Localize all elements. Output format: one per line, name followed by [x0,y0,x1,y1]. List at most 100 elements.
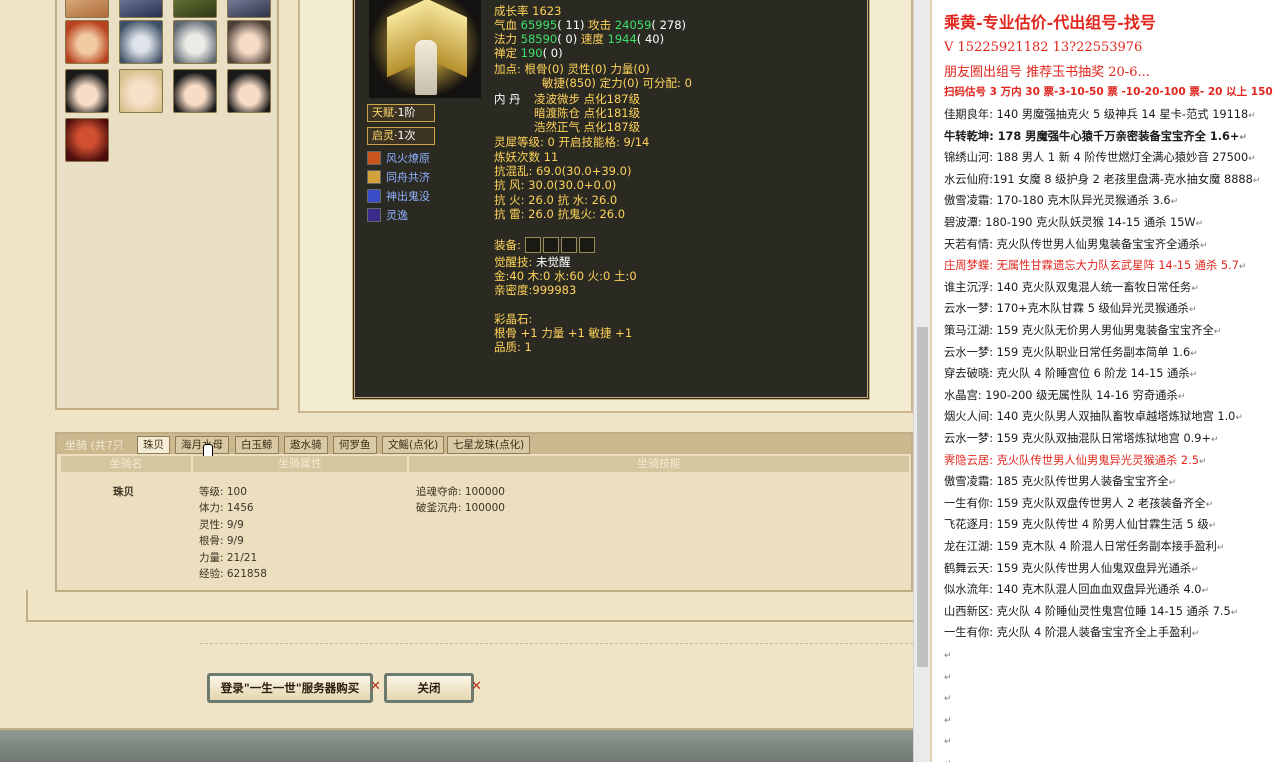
pet-res-1: 抗混乱: 69.0(30.0+39.0) [494,164,632,178]
buy-button[interactable]: 登录"一生一世"服务器购买 [207,673,373,703]
pet-points: 加点: 根骨(0) 灵性(0) 力量(0) [494,62,650,76]
doc-price: 扫码估号 3 万内 30 票-3-10-50 票 -10-20-100 票- 2… [944,86,1273,98]
paragraph-mark-icon: ↵ [1238,262,1247,273]
paragraph-mark-icon: ↵ [1188,305,1197,316]
tab-mount-3[interactable]: 白玉鲸 [235,436,279,454]
doc-listing-line: 山西新区: 克火队 4 阶睡仙灵性鬼宫位睡 14-15 通杀 7.5↵ [944,604,1239,618]
mount-attr: 力量: 21/21 [199,552,258,564]
avatar[interactable] [119,20,163,64]
close-x-icon: ✕ [370,679,381,694]
mount-attr: 等级: 100 [199,486,247,498]
paragraph-mark-icon: ↵ [1177,391,1186,402]
avatar[interactable] [65,118,109,162]
doc-listing-line: 策马江湖: 159 克火队无价男人男仙男鬼装备宝宝齐全↵ [944,324,1222,337]
mount-panel: 坐骑 (共7只 珠贝 海月水母 白玉鲸 遨水骑 何罗鱼 文鳐(点化) 七星龙珠(… [55,432,913,592]
paragraph-mark-icon: ↵ [944,737,952,748]
doc-listing-line: 佳期良年: 140 男魔强抽克火 5 级神兵 14 星卡-范式 19118↵ [944,108,1256,121]
pet-elements: 金:40 木:0 水:60 火:0 土:0 [494,269,637,283]
mount-attr: 根骨: 9/9 [199,535,244,547]
skill-item[interactable]: 风火燎原 [367,151,430,167]
doc-listing-line: 庄周梦蝶: 无属性甘霖遗忘大力队玄武星阵 14-15 通杀 5.7↵ [944,259,1247,273]
pet-hp-atk: 气血 65995( 11) 攻击 24059( 278) [494,18,687,32]
fire-skill-icon [367,151,381,165]
pet-refine: 炼妖次数 11 [494,150,559,164]
equip-slot-icon[interactable] [578,237,595,253]
avatar[interactable] [227,20,271,64]
avatar[interactable] [65,69,109,113]
pet-stone-1: 根骨 +1 力量 +1 敏捷 +1 [494,326,633,340]
avatar[interactable] [119,0,163,18]
pet-portrait [369,0,481,98]
doc-friends: 朋友圈出组号 推荐玉书抽奖 20-6... [944,65,1150,80]
tab-mount-5[interactable]: 何罗鱼 [333,436,377,454]
avatar[interactable] [173,69,217,113]
doc-listing-line: 穿去破晓: 克火队 4 阶睡宫位 6 阶龙 14-15 通杀↵ [944,367,1198,381]
avatar[interactable] [227,69,271,113]
tab-mount-1[interactable]: 珠贝 [137,436,170,454]
doc-listing-line: 云水一梦: 170+克木队甘霖 5 级仙异光灵猴通杀↵ [944,302,1197,316]
window-frame [26,590,913,622]
avatar[interactable] [173,20,217,64]
paragraph-mark-icon: ↵ [1195,219,1204,229]
qiling-badge[interactable]: 启灵·1次 [367,127,435,145]
paragraph-mark-icon: ↵ [1201,586,1209,597]
mount-attr: 体力: 1456 [199,502,254,514]
pet-dan-2: 暗渡陈仓 点化181级 [534,106,641,120]
pet-dan-label: 内 丹 [494,92,521,106]
pet-lingxi: 灵犀等级: 0 开启技能格: 9/14 [494,135,650,149]
paragraph-mark-icon: ↵ [944,715,952,726]
equip-slot-icon[interactable] [524,237,541,253]
character-panel [55,0,279,410]
vertical-scrollbar[interactable] [913,0,930,762]
skill-item[interactable]: 灵逸 [367,208,408,224]
equip-slot-icon[interactable] [542,237,559,253]
avatar[interactable] [65,0,109,18]
mount-name: 珠贝 [113,486,134,498]
pet-res-4: 抗 雷: 26.0 抗鬼火: 26.0 [494,207,626,221]
pet-figure-icon [415,40,437,95]
paragraph-mark-icon: ↵ [1191,564,1199,575]
close-button[interactable]: 关闭 [384,673,474,703]
paragraph-mark-icon: ↵ [1239,132,1247,143]
qiling-label: 启灵 [372,129,394,142]
pet-zen: 禅定 190( 0) [494,46,563,60]
paragraph-mark-icon: ↵ [1170,197,1179,208]
mount-skill: 追魂夺命: 100000 [416,486,505,498]
equip-slot-icon[interactable] [560,237,577,253]
avatar[interactable] [119,69,163,113]
tianfu-badge[interactable]: 天赋·1阶 [367,104,435,122]
doc-listing-line: 谁主沉浮: 140 克火队双鬼混人统一畜牧日常任务↵ [944,280,1199,294]
pet-intimacy: 亲密度:999983 [494,283,577,297]
pet-dan-3: 浩然正气 点化187级 [534,120,641,134]
mount-skill: 破釜沉舟: 100000 [416,502,505,514]
tianfu-label: 天赋 [372,106,394,119]
skill-item[interactable]: 同舟共济 [367,170,430,186]
skill-item[interactable]: 神出鬼没 [367,189,430,205]
mount-col-name: 坐骑名 [61,456,191,472]
boat-skill-icon [367,170,381,184]
game-window: 天赋·1阶 启灵·1次 风火燎原 同舟共济 神出鬼没 灵逸 成长率 1623 气… [0,0,913,762]
doc-listing-line: 碧波潭: 180-190 克火队妖灵猴 14-15 通杀 15W↵ [944,216,1204,229]
scrollbar-thumb[interactable] [917,327,928,667]
doc-listing-line: 水晶宫: 190-200 级无属性队 14-16 穷奇通杀↵ [944,388,1186,402]
pet-growth: 成长率 1623 [494,4,562,18]
tab-mount-7[interactable]: 七星龙珠(点化) [447,436,531,454]
mount-col-skill: 坐骑技能 [409,456,909,472]
tab-mount-6[interactable]: 文鳐(点化) [382,436,445,454]
doc-listing-line: 云水一梦: 159 克火队职业日常任务副本简单 1.6↵ [944,345,1198,359]
doc-listing-line: 一生有你: 克火队 4 阶混人装备宝宝齐全上手盈利↵ [944,626,1200,640]
avatar[interactable] [173,0,217,18]
paragraph-mark-icon: ↵ [1190,348,1198,359]
pet-detail-panel: 天赋·1阶 启灵·1次 风火燎原 同舟共济 神出鬼没 灵逸 成长率 1623 气… [352,0,870,400]
swift-skill-icon [367,208,381,222]
pet-stone-label: 彩晶石: [494,312,533,326]
tab-mount-2[interactable]: 海月水母 [175,436,229,454]
doc-listing-line: 水云仙府:191 女魔 8 级护身 2 老孩里盘满-克水抽女魔 8888↵ [944,172,1261,186]
avatar[interactable] [227,0,271,18]
mount-tab-bar: 坐骑 (共7只 珠贝 海月水母 白玉鲸 遨水骑 何罗鱼 文鳐(点化) 七星龙珠(… [57,434,911,454]
paragraph-mark-icon: ↵ [1191,283,1199,294]
page-margin [930,0,932,762]
tab-mount-4[interactable]: 遨水骑 [284,436,328,454]
avatar[interactable] [65,20,109,64]
doc-listing-line: 一生有你: 159 克火队双盘传世男人 2 老孩装备齐全↵ [944,496,1214,510]
